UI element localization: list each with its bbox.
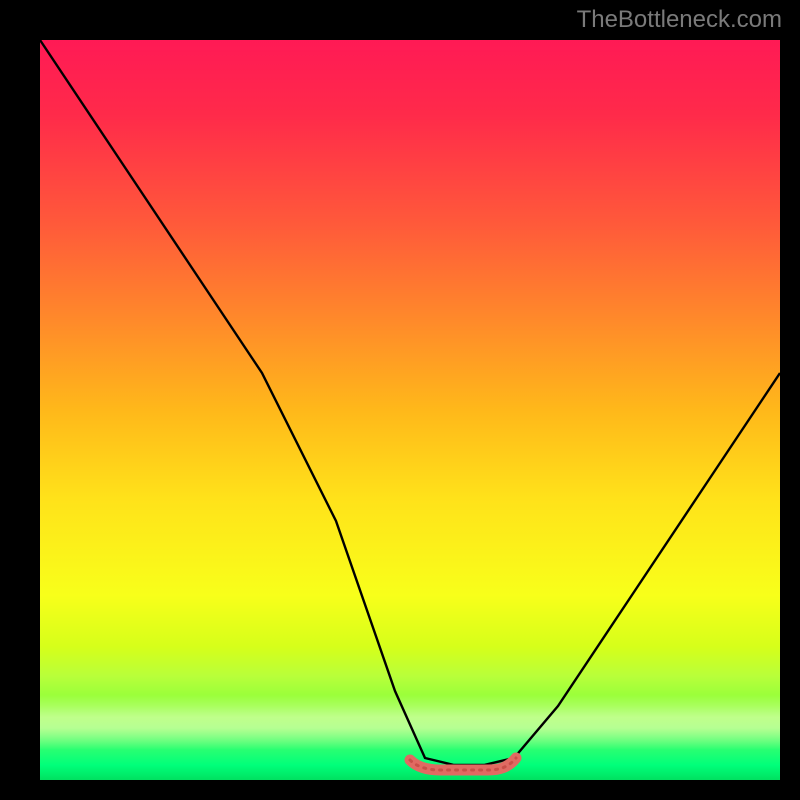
curve-path	[40, 40, 780, 765]
chart-frame: TheBottleneck.com	[0, 0, 800, 800]
plot-area	[40, 40, 780, 780]
bottleneck-curve	[40, 40, 780, 780]
watermark-text: TheBottleneck.com	[577, 6, 782, 34]
